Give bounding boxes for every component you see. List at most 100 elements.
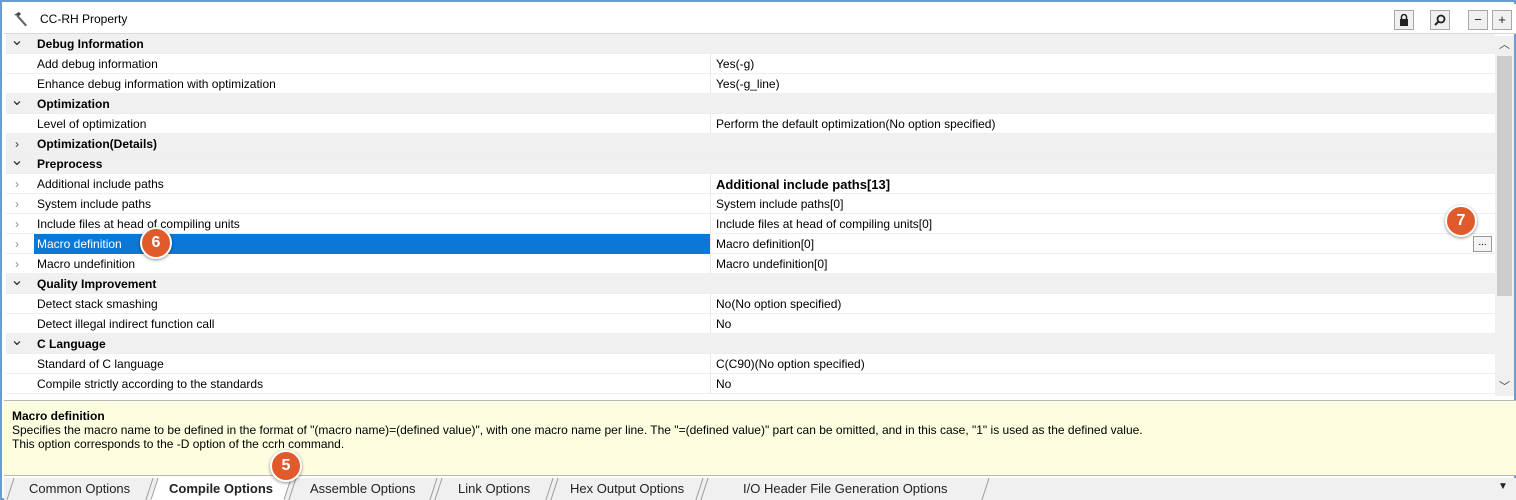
hammer-icon [14, 12, 27, 27]
chevron-right-icon[interactable]: › [10, 216, 24, 232]
chevron-down-icon[interactable]: ⌄ [10, 34, 24, 52]
tab-dropdown-icon[interactable]: ▼ [1498, 481, 1508, 492]
tab-label: Compile Options [169, 481, 273, 496]
property-value[interactable]: System include paths[0] [716, 197, 843, 211]
plus-icon: + [1498, 12, 1506, 27]
description-panel: Macro definition Specifies the macro nam… [4, 400, 1516, 476]
chevron-right-icon[interactable]: › [10, 176, 24, 192]
edit-value-button[interactable]: ... [1473, 236, 1492, 252]
property-row[interactable]: › System include paths System include path… [6, 194, 1495, 214]
property-name: Macro definition [37, 237, 122, 251]
chevron-down-icon[interactable]: ⌄ [10, 93, 24, 112]
column-separator [710, 214, 711, 234]
category-row[interactable]: ⌄ Debug Information [6, 34, 1495, 54]
column-separator [710, 254, 711, 274]
tab-link-options[interactable]: Link Options [434, 478, 554, 500]
property-row[interactable]: › Additional include paths Additional incl… [6, 174, 1495, 194]
vertical-scrollbar[interactable]: ︿ ﹀ [1495, 36, 1514, 396]
options-tab-bar: I/O Header File Generation Options Hex Ou… [4, 478, 1516, 500]
tab-label: Link Options [457, 481, 531, 496]
column-separator [710, 294, 711, 314]
chevron-right-icon[interactable]: › [10, 236, 24, 252]
property-name: System include paths [37, 197, 152, 211]
tab-label: I/O Header File Generation Options [742, 481, 948, 496]
title-bar: CC-RH Property − + [4, 4, 1516, 34]
collapse-all-button[interactable]: − [1468, 10, 1488, 30]
property-name: Compile strictly according to the standa… [37, 377, 264, 391]
scroll-up-icon[interactable]: ︿ [1495, 36, 1514, 54]
property-row[interactable]: Add debug information Yes(-g) [6, 54, 1495, 74]
category-row[interactable]: ⌄ Quality Improvement [6, 273, 1495, 294]
property-value[interactable]: Perform the default optimization(No opti… [716, 117, 995, 131]
category-row[interactable]: › Optimization(Details) [6, 134, 1495, 154]
category-row[interactable]: ⌄ Optimization [6, 93, 1495, 114]
scrollbar-thumb[interactable] [1497, 56, 1512, 296]
chevron-down-icon[interactable]: ⌄ [10, 333, 24, 352]
category-label: Quality Improvement [37, 277, 157, 291]
property-value[interactable]: No [716, 377, 731, 391]
category-label: Preprocess [37, 157, 103, 171]
chevron-down-icon[interactable]: ⌄ [10, 153, 24, 172]
property-name: Additional include paths [37, 177, 164, 191]
property-row[interactable]: Level of optimization Perform the default… [6, 114, 1495, 134]
tab-compile-options[interactable]: Compile Options [150, 478, 292, 500]
description-text: Specifies the macro name to be defined i… [12, 423, 1143, 437]
lock-button[interactable] [1394, 10, 1414, 30]
chevron-down-icon[interactable]: ⌄ [10, 273, 24, 292]
tab-common-options[interactable]: Common Options [6, 478, 154, 500]
category-row[interactable]: ⌄ Preprocess [6, 153, 1495, 174]
property-row[interactable]: Detect stack smashing No(No option specif… [6, 294, 1495, 314]
property-value[interactable]: No(No option specified) [716, 297, 841, 311]
column-separator [710, 314, 711, 334]
property-name: Macro undefinition [37, 257, 136, 271]
category-row[interactable]: ⌄ C Language [6, 333, 1495, 354]
tab-label: Assemble Options [310, 481, 416, 496]
property-value[interactable]: Include files at head of compiling units… [716, 217, 932, 231]
property-name: Detect illegal indirect function call [37, 317, 215, 331]
property-panel: CC-RH Property − + ⌄ Debug Information Add… [0, 0, 1516, 500]
tab-i-o-header-file-generation-options[interactable]: I/O Header File Generation Options [700, 478, 990, 500]
column-separator [710, 174, 711, 194]
tab-label: Hex Output Options [569, 481, 685, 496]
property-name: Include files at head of compiling units [37, 217, 240, 231]
column-separator [710, 374, 711, 394]
category-label: Optimization(Details) [37, 137, 158, 151]
search-icon [1434, 14, 1446, 26]
category-label: Optimization [37, 97, 110, 111]
column-separator [710, 54, 711, 74]
property-row[interactable]: › Macro undefinition Macro undefinition[0] [6, 254, 1495, 274]
property-row[interactable]: › Macro definition Macro definition[0]... [6, 234, 1495, 254]
column-separator [710, 234, 711, 254]
column-separator [710, 194, 711, 214]
property-row[interactable]: Compile strictly according to the standa… [6, 374, 1495, 394]
property-row[interactable]: Enhance debug information with optimizat… [6, 74, 1495, 94]
scroll-down-icon[interactable]: ﹀ [1495, 378, 1514, 396]
tab-label: Common Options [29, 481, 131, 496]
tab-assemble-options[interactable]: Assemble Options [288, 478, 438, 500]
chevron-right-icon[interactable]: › [10, 196, 24, 212]
property-row[interactable]: Standard of C language C(C90)(No option s… [6, 354, 1495, 374]
property-value[interactable]: C(C90)(No option specified) [716, 357, 865, 371]
expand-all-button[interactable]: + [1492, 10, 1512, 30]
property-name: Standard of C language [37, 357, 164, 371]
chevron-right-icon[interactable]: › [10, 136, 24, 152]
description-option-note: This option corresponds to the -D option… [12, 437, 345, 451]
search-button[interactable] [1430, 10, 1450, 30]
property-row[interactable]: › Include files at head of compiling unit… [6, 214, 1495, 234]
lock-icon [1400, 13, 1408, 26]
property-row[interactable]: Detect illegal indirect function call No [6, 314, 1495, 334]
property-value[interactable]: Additional include paths[13] [716, 177, 890, 192]
selection-highlight [34, 234, 710, 254]
property-value[interactable]: No [716, 317, 731, 331]
column-separator [710, 114, 711, 134]
property-value[interactable]: Yes(-g_line) [716, 77, 780, 91]
callout-7: 7 [1445, 205, 1477, 237]
property-value[interactable]: Macro undefinition[0] [716, 257, 827, 271]
property-name: Level of optimization [37, 117, 147, 131]
property-value[interactable]: Macro definition[0] [716, 237, 814, 251]
column-separator [710, 354, 711, 374]
property-name: Enhance debug information with optimizat… [37, 77, 276, 91]
chevron-right-icon[interactable]: › [10, 256, 24, 272]
tab-hex-output-options[interactable]: Hex Output Options [550, 478, 704, 500]
property-value[interactable]: Yes(-g) [716, 57, 754, 71]
